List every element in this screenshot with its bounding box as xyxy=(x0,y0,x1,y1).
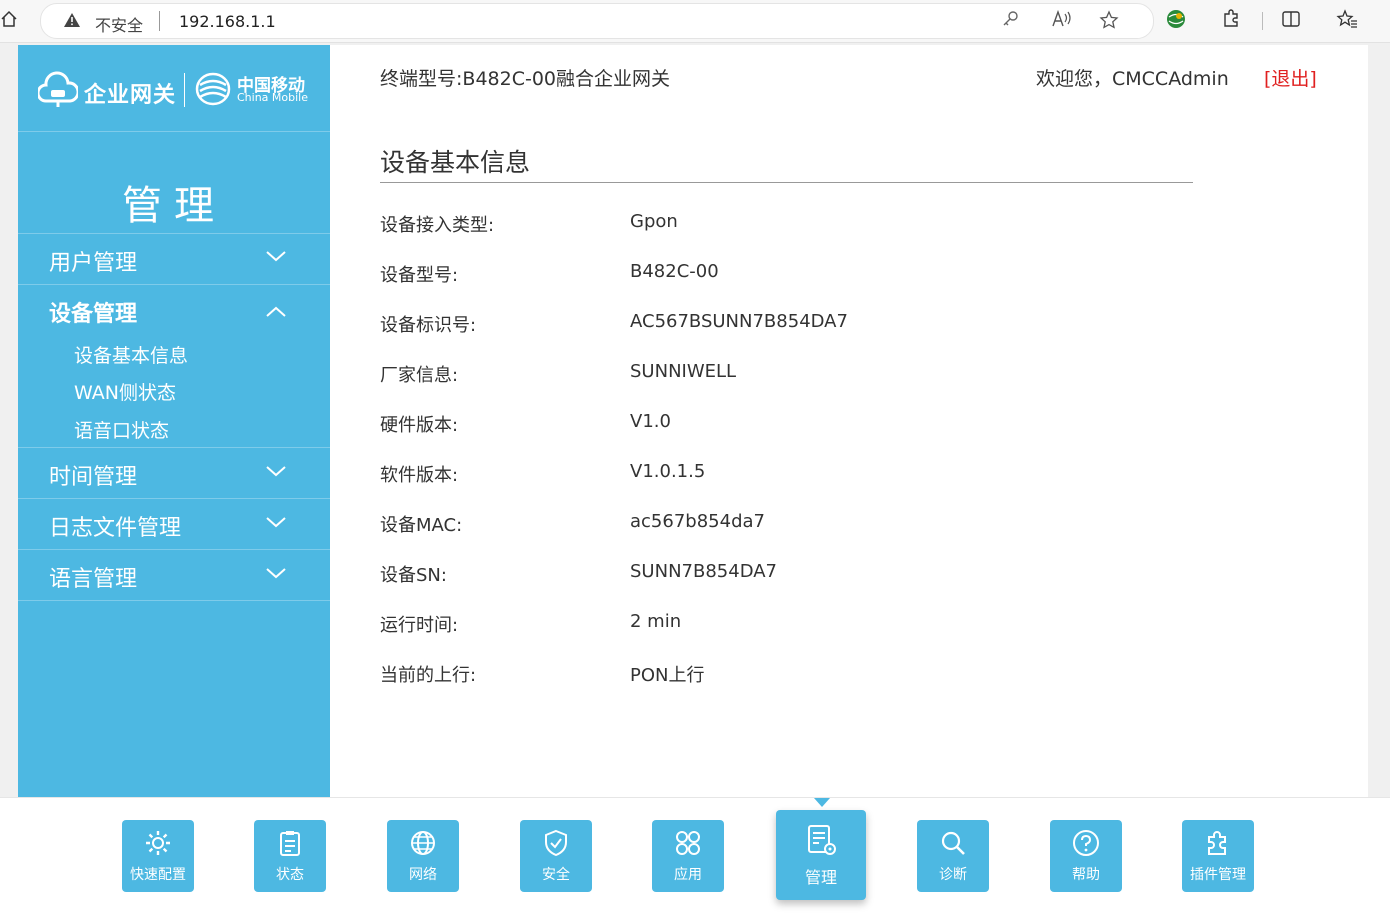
read-aloud-icon[interactable] xyxy=(1051,9,1073,33)
nav-label: 插件管理 xyxy=(1190,867,1246,883)
sidebar-subitem-wan-status[interactable]: WAN侧状态 xyxy=(74,378,176,405)
sidebar-divider xyxy=(18,447,330,448)
nav-label: 状态 xyxy=(276,867,304,883)
gear-icon xyxy=(146,831,170,855)
terminal-model-value: B482C-00融合企业网关 xyxy=(462,68,671,90)
nav-security-button[interactable]: 安全 xyxy=(520,820,592,892)
info-value: V1.0 xyxy=(630,411,671,432)
nav-apps-button[interactable]: 应用 xyxy=(652,820,724,892)
info-value: B482C-00 xyxy=(630,261,719,282)
nav-quick-config-button[interactable]: 快速配置 xyxy=(122,820,194,892)
info-label: 设备标识号: xyxy=(380,315,477,336)
title-divider xyxy=(380,182,1193,183)
info-label: 设备型号: xyxy=(380,265,459,286)
info-value: V1.0.1.5 xyxy=(630,461,706,482)
nav-diagnosis-button[interactable]: 诊断 xyxy=(917,820,989,892)
home-icon[interactable] xyxy=(0,10,18,30)
chevron-down-icon[interactable] xyxy=(264,511,288,535)
extensions-icon[interactable] xyxy=(1220,8,1242,35)
chevron-down-icon[interactable] xyxy=(264,460,288,484)
info-label: 设备MAC: xyxy=(380,515,463,536)
welcome-text: 欢迎您，CMCCAdmin xyxy=(1036,68,1229,90)
logo-divider xyxy=(184,73,185,107)
sidebar-item-device-management[interactable]: 设备管理 xyxy=(49,296,137,328)
logo-text: 企业网关 xyxy=(84,83,177,108)
nav-label: 应用 xyxy=(674,867,702,883)
nav-plugin-management-button[interactable]: 插件管理 xyxy=(1182,820,1254,892)
chevron-up-icon[interactable] xyxy=(264,301,288,325)
info-label: 硬件版本: xyxy=(380,415,459,436)
extension-globe-icon[interactable] xyxy=(1165,8,1187,35)
nav-network-button[interactable]: 网络 xyxy=(387,820,459,892)
nav-label: 网络 xyxy=(409,867,437,883)
info-label: 设备SN: xyxy=(380,565,447,586)
nav-help-button[interactable]: 帮助 xyxy=(1050,820,1122,892)
url-text[interactable]: 192.168.1.1 xyxy=(179,12,276,31)
search-icon xyxy=(941,831,965,855)
nav-label: 诊断 xyxy=(939,867,967,883)
chevron-down-icon[interactable] xyxy=(264,562,288,586)
manage-icon xyxy=(808,825,836,855)
sidebar-item-user-management[interactable]: 用户管理 xyxy=(49,245,137,277)
sidebar-subitem-device-basic-info[interactable]: 设备基本信息 xyxy=(74,341,188,368)
info-label: 厂家信息: xyxy=(380,365,459,386)
info-value: SUNNIWELL xyxy=(630,361,737,382)
insecure-label[interactable]: 不安全 xyxy=(95,12,143,36)
browser-toolbar: 不安全 192.168.1.1 xyxy=(0,0,1390,43)
info-value: ac567b854da7 xyxy=(630,511,765,532)
shield-icon xyxy=(545,829,567,857)
address-divider xyxy=(159,11,160,31)
key-icon[interactable] xyxy=(1001,10,1019,33)
help-icon xyxy=(1073,830,1099,856)
active-pointer xyxy=(814,798,830,807)
nav-label: 安全 xyxy=(542,867,570,883)
nav-status-button[interactable]: 状态 xyxy=(254,820,326,892)
info-label: 设备接入类型: xyxy=(380,215,495,236)
info-value: Gpon xyxy=(630,211,678,232)
split-screen-icon[interactable] xyxy=(1280,8,1302,35)
favorite-star-icon[interactable] xyxy=(1099,10,1119,35)
router-admin-page: 企业网关 中国移动 China Mobile 管理 用户管理 设备管理 设备基本… xyxy=(18,45,1368,797)
terminal-model-label: 终端型号: xyxy=(380,68,463,90)
info-value: SUNN7B854DA7 xyxy=(630,561,777,582)
favorites-icon[interactable] xyxy=(1336,8,1358,35)
china-mobile-logo-icon xyxy=(195,72,231,106)
globe-icon xyxy=(411,831,435,855)
bottom-nav: 快速配置 状态 网络 安全 应用 管理 诊断 帮助 插件管理 xyxy=(0,797,1390,921)
sidebar: 企业网关 中国移动 China Mobile 管理 用户管理 设备管理 设备基本… xyxy=(18,45,330,797)
brand-en: China Mobile xyxy=(237,91,309,104)
page-title: 设备基本信息 xyxy=(380,148,531,177)
sidebar-item-time-management[interactable]: 时间管理 xyxy=(49,459,137,491)
terminal-model-text: 终端型号:B482C-00融合企业网关 xyxy=(380,64,670,91)
info-label: 当前的上行: xyxy=(380,665,477,686)
nav-management-button[interactable]: 管理 xyxy=(776,810,866,900)
sidebar-item-log-file-management[interactable]: 日志文件管理 xyxy=(49,510,181,542)
nav-label: 管理 xyxy=(804,868,837,887)
nav-label: 帮助 xyxy=(1072,867,1100,883)
sidebar-divider xyxy=(18,498,330,499)
sidebar-divider xyxy=(18,600,330,601)
logout-link[interactable]: [退出] xyxy=(1264,64,1317,91)
sidebar-item-language-management[interactable]: 语言管理 xyxy=(49,561,137,593)
puzzle-icon xyxy=(1208,831,1226,855)
sidebar-divider xyxy=(18,549,330,550)
apps-icon xyxy=(676,831,700,855)
info-label: 运行时间: xyxy=(380,615,459,636)
info-label: 软件版本: xyxy=(380,465,459,486)
info-value: PON上行 xyxy=(630,665,705,686)
sidebar-divider xyxy=(18,284,330,285)
nav-label: 快速配置 xyxy=(130,867,186,883)
sidebar-subitem-voice-port-status[interactable]: 语音口状态 xyxy=(74,416,169,443)
address-bar[interactable]: 不安全 192.168.1.1 xyxy=(40,3,1154,39)
info-value: 2 min xyxy=(630,611,682,632)
clipboard-icon xyxy=(280,831,300,856)
logo-area: 企业网关 中国移动 China Mobile xyxy=(18,45,330,132)
warning-icon xyxy=(63,12,81,32)
info-value: AC567BSUNN7B854DA7 xyxy=(630,311,848,332)
chevron-down-icon[interactable] xyxy=(264,245,288,269)
sidebar-title: 管理 xyxy=(122,183,226,229)
toolbar-divider xyxy=(1262,12,1263,30)
sidebar-divider xyxy=(18,233,330,234)
cloud-logo-icon xyxy=(38,71,78,107)
